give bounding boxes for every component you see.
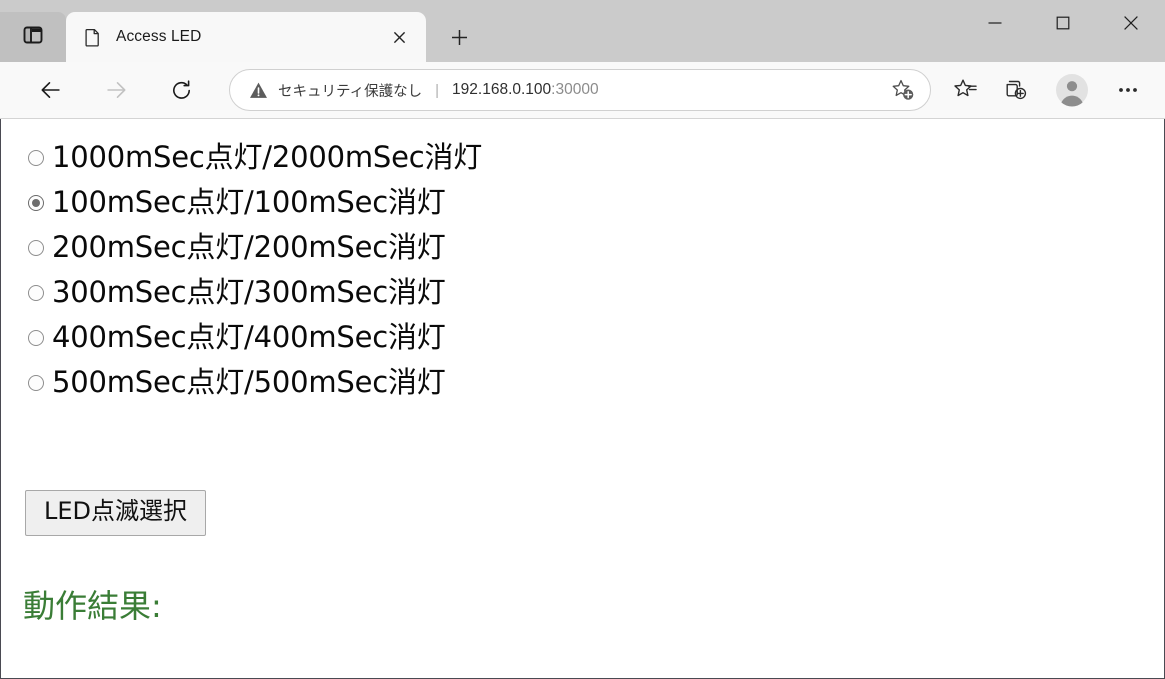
radio-button[interactable] xyxy=(28,284,44,301)
maximize-icon xyxy=(1056,16,1070,30)
radio-label: 100mSec点灯/100mSec消灯 xyxy=(52,185,446,219)
favorites-button[interactable] xyxy=(943,67,989,113)
led-pattern-option-row[interactable]: 500mSec点灯/500mSec消灯 xyxy=(9,360,1164,405)
radio-label: 500mSec点灯/500mSec消灯 xyxy=(52,365,446,399)
url-host-text: 192.168.0.100 xyxy=(452,81,552,98)
close-icon xyxy=(1124,16,1138,30)
forward-arrow-icon xyxy=(107,82,126,99)
forward-button xyxy=(93,67,139,113)
tab-title: Access LED xyxy=(116,28,202,45)
security-status-text: セキュリティ保護なし xyxy=(278,83,423,100)
warning-triangle-icon xyxy=(248,80,268,100)
led-pattern-option-row[interactable]: 400mSec点灯/400mSec消灯 xyxy=(9,315,1164,360)
led-control-page: 1000mSec点灯/2000mSec消灯 100mSec点灯/100mSec消灯… xyxy=(1,119,1164,622)
address-bar[interactable]: セキュリティ保護なし | 192.168.0.100 :30000 xyxy=(229,69,931,111)
radio-label: 400mSec点灯/400mSec消灯 xyxy=(52,320,446,354)
reload-icon xyxy=(172,79,190,99)
star-add-icon xyxy=(892,79,914,100)
reload-button[interactable] xyxy=(158,67,204,113)
new-tab-button[interactable] xyxy=(438,16,480,58)
profile-button[interactable] xyxy=(1049,67,1095,113)
radio-label: 200mSec点灯/200mSec消灯 xyxy=(52,230,446,264)
url-port-text: :30000 xyxy=(551,81,599,98)
sidebar-panel-icon xyxy=(22,24,44,51)
document-icon xyxy=(82,27,102,47)
led-pattern-option-row[interactable]: 200mSec点灯/200mSec消灯 xyxy=(9,225,1164,270)
browser-tab[interactable]: Access LED xyxy=(66,12,426,62)
window-close-button[interactable] xyxy=(1097,0,1165,46)
radio-button[interactable] xyxy=(28,194,44,211)
radio-button[interactable] xyxy=(28,149,44,166)
page-viewport: 1000mSec点灯/2000mSec消灯 100mSec点灯/100mSec消灯… xyxy=(0,119,1165,679)
add-favorite-button[interactable] xyxy=(886,73,920,107)
radio-button[interactable] xyxy=(28,374,44,391)
browser-window: Access LED セキュリティ保護なし | 192.168.0.100:3… xyxy=(0,0,1165,679)
settings-button[interactable] xyxy=(1105,67,1151,113)
window-minimize-button[interactable] xyxy=(961,0,1029,46)
back-arrow-icon xyxy=(41,82,60,99)
radio-label: 1000mSec点灯/2000mSec消灯 xyxy=(52,140,483,174)
ellipsis-icon xyxy=(1119,88,1137,92)
led-pattern-option-row[interactable]: 1000mSec点灯/2000mSec消灯 xyxy=(9,135,1164,180)
collections-button[interactable] xyxy=(993,67,1039,113)
operation-result-label: 動作結果: xyxy=(23,586,162,625)
minimize-icon xyxy=(988,22,1002,24)
window-maximize-button[interactable] xyxy=(1029,0,1097,46)
plus-icon xyxy=(451,29,467,45)
led-pattern-radio-group: 1000mSec点灯/2000mSec消灯 100mSec点灯/100mSec消灯… xyxy=(9,135,1164,405)
profile-avatar-icon xyxy=(1056,74,1088,107)
tab-actions-button[interactable] xyxy=(0,12,66,62)
omnibox-separator: | xyxy=(435,81,440,99)
favorites-star-list-icon xyxy=(954,79,977,97)
tab-strip: Access LED xyxy=(0,0,1165,62)
led-pattern-option-row[interactable]: 300mSec点灯/300mSec消灯 xyxy=(9,270,1164,315)
tab-close-button[interactable] xyxy=(384,22,414,52)
collections-icon xyxy=(1006,80,1027,100)
radio-label: 300mSec点灯/300mSec消灯 xyxy=(52,275,446,309)
led-blink-select-button[interactable]: LED点滅選択 xyxy=(25,490,207,536)
browser-toolbar: セキュリティ保護なし | 192.168.0.100 :30000 xyxy=(0,62,1165,119)
window-controls xyxy=(961,0,1165,46)
led-pattern-option-row[interactable]: 100mSec点灯/100mSec消灯 xyxy=(9,180,1164,225)
back-button[interactable] xyxy=(28,67,74,113)
radio-button[interactable] xyxy=(28,329,44,346)
radio-button[interactable] xyxy=(28,239,44,256)
